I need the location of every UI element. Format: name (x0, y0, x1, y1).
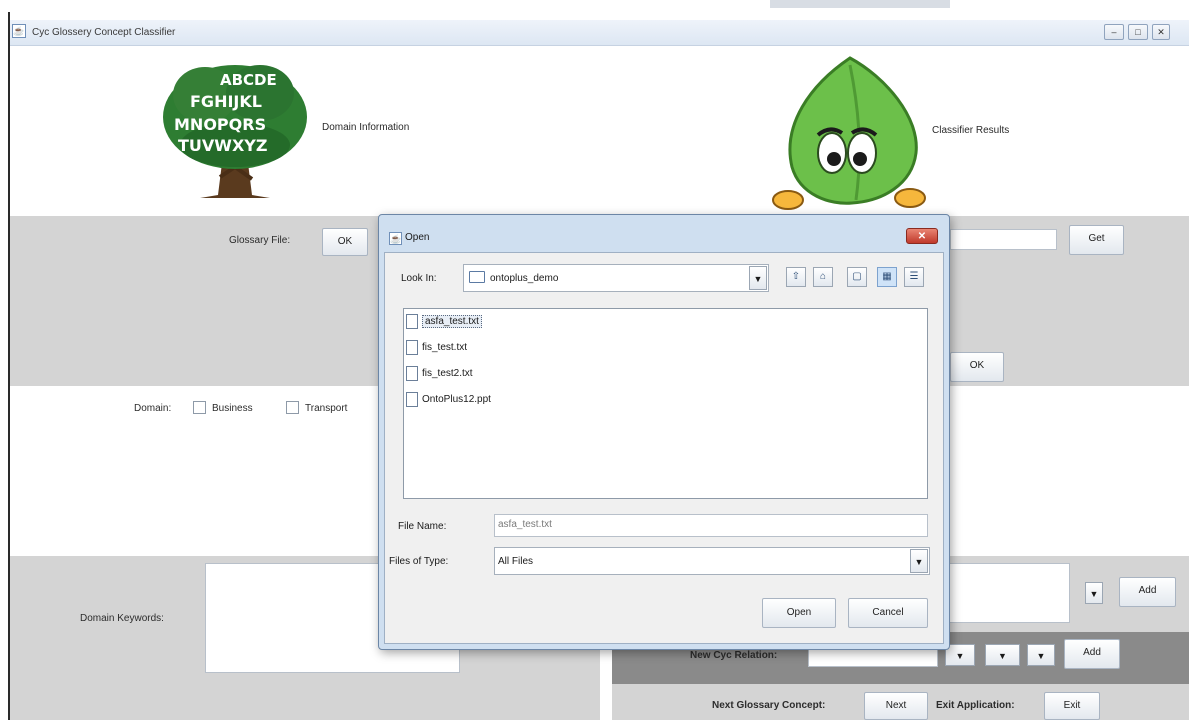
title-bar (10, 20, 1189, 46)
file-name-value: asfa_test.txt (498, 519, 552, 530)
relation-add-button[interactable]: Add (1064, 639, 1120, 669)
glossary-ok-button[interactable]: OK (322, 228, 368, 256)
domain-information-heading: Domain Information (322, 122, 410, 133)
file-name-label: File Name: (398, 521, 447, 532)
maximize-button[interactable]: □ (1128, 24, 1148, 40)
file-item-fis-test2[interactable]: fis_test2.txt (406, 366, 473, 386)
transport-checkbox-label: Transport (305, 403, 348, 414)
file-item-asfa-test[interactable]: asfa_test.txt (406, 314, 482, 334)
new-cyc-relation-label: New Cyc Relation: (690, 650, 778, 661)
keyword-add-button[interactable]: Add (1119, 577, 1176, 607)
look-in-value: ontoplus_demo (490, 273, 559, 284)
next-button[interactable]: Next (864, 692, 928, 720)
glossary-file-label: Glossary File: (229, 235, 291, 246)
dialog-title: Open (405, 232, 430, 243)
dialog-open-button[interactable]: Open (762, 598, 836, 628)
home-folder-icon[interactable]: ⌂ (813, 267, 833, 287)
file-item-ontoplus12[interactable]: OntoPlus12.ppt (406, 392, 491, 412)
look-in-label: Look In: (401, 273, 437, 284)
minimize-button[interactable]: – (1104, 24, 1124, 40)
relation-dropdown-2[interactable]: ▼ (985, 644, 1020, 666)
folder-icon (469, 271, 485, 283)
business-checkbox-label: Business (212, 403, 253, 414)
leaf-mascot-logo (772, 56, 926, 210)
document-icon (406, 340, 418, 355)
screen-top (0, 0, 1189, 12)
alphabet-tree-logo: ABCDE FGHIJKL MNOPQRS TUVWXYZ (163, 65, 307, 198)
java-app-icon: ☕ (12, 24, 26, 38)
look-in-dropdown-arrow[interactable]: ▼ (749, 266, 767, 290)
concept-text-field[interactable] (950, 229, 1057, 250)
results-ok-button[interactable]: OK (950, 352, 1004, 382)
files-of-type-label: Files of Type: (389, 556, 449, 567)
domain-label: Domain: (134, 403, 172, 414)
relation-dropdown-3[interactable]: ▼ (1027, 644, 1055, 666)
file-item-fis-test[interactable]: fis_test.txt (406, 340, 467, 360)
up-one-level-icon[interactable]: ⇧ (786, 267, 806, 287)
tree-letters-2: FGHIJKL (190, 92, 262, 111)
new-folder-icon[interactable]: ▢ (847, 267, 867, 287)
list-view-icon[interactable]: ▦ (877, 267, 897, 287)
exit-application-label: Exit Application: (936, 700, 1015, 711)
details-view-icon[interactable]: ☰ (904, 267, 924, 287)
files-of-type-value: All Files (498, 556, 534, 567)
dialog-cancel-button[interactable]: Cancel (848, 598, 928, 628)
domain-keywords-label: Domain Keywords: (80, 613, 164, 624)
document-icon (406, 314, 418, 329)
tree-letters-4: TUVWXYZ (178, 136, 267, 155)
business-checkbox[interactable] (193, 401, 206, 414)
files-of-type-dropdown-arrow[interactable]: ▼ (910, 549, 928, 573)
close-button[interactable]: ✕ (1152, 24, 1170, 40)
exit-button[interactable]: Exit (1044, 692, 1100, 720)
classifier-results-heading: Classifier Results (932, 125, 1010, 136)
transport-checkbox[interactable] (286, 401, 299, 414)
tree-letters-3: MNOPQRS (174, 115, 266, 134)
background-window-strip (770, 0, 950, 8)
next-glossary-concept-label: Next Glossary Concept: (712, 700, 826, 711)
keyword-dropdown-arrow[interactable]: ▼ (1085, 582, 1103, 604)
document-icon (406, 366, 418, 381)
dialog-java-icon: ☕ (389, 232, 402, 245)
document-icon (406, 392, 418, 407)
get-button[interactable]: Get (1069, 225, 1124, 255)
files-of-type-combobox[interactable] (494, 547, 930, 575)
window-title: Cyc Glossery Concept Classifier (32, 27, 176, 38)
keyword-results-textarea[interactable] (945, 563, 1070, 623)
tree-letters-1: ABCDE (220, 71, 277, 89)
dialog-close-button[interactable]: ✕ (906, 228, 938, 244)
file-name-input[interactable] (494, 514, 928, 537)
